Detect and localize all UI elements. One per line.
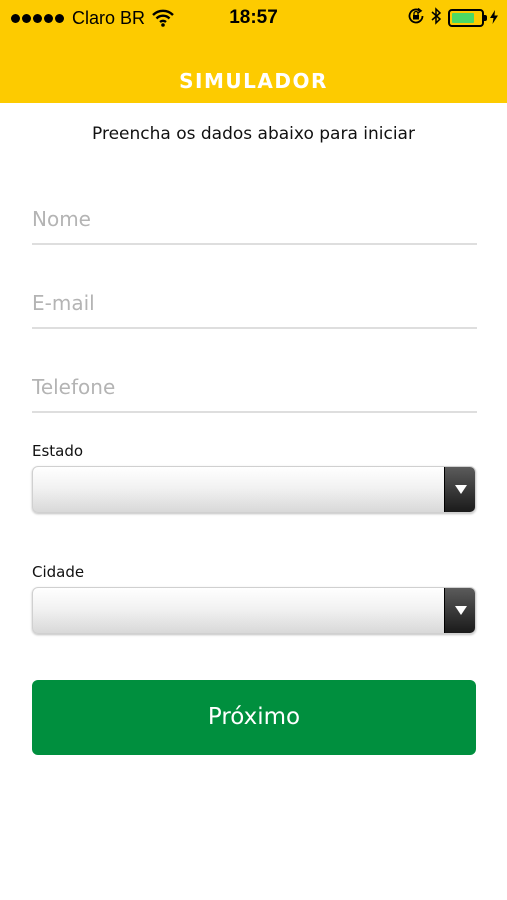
charging-bolt-icon	[490, 9, 498, 28]
form-intro-text: Preencha os dados abaixo para iniciar	[92, 124, 415, 144]
state-select[interactable]	[32, 466, 476, 513]
dropdown-arrow-icon	[455, 606, 467, 615]
state-label: Estado	[32, 442, 84, 460]
city-label: Cidade	[32, 563, 85, 581]
phone-input[interactable]	[32, 363, 477, 413]
app-header: Claro BR 18:57 SIMULADOR	[0, 0, 507, 103]
orientation-lock-icon	[407, 7, 425, 29]
city-select[interactable]	[32, 587, 476, 634]
page-title: SIMULADOR	[179, 69, 328, 93]
city-select-arrow[interactable]	[444, 588, 475, 633]
status-bar: Claro BR 18:57	[0, 0, 507, 36]
next-button[interactable]: Próximo	[32, 680, 476, 755]
email-input[interactable]	[32, 279, 477, 329]
state-select-arrow[interactable]	[444, 467, 475, 512]
bluetooth-icon	[431, 7, 442, 29]
status-bar-right	[407, 6, 498, 30]
name-input[interactable]	[32, 195, 477, 245]
dropdown-arrow-icon	[455, 485, 467, 494]
battery-fill	[452, 13, 475, 23]
battery-icon	[448, 9, 487, 27]
